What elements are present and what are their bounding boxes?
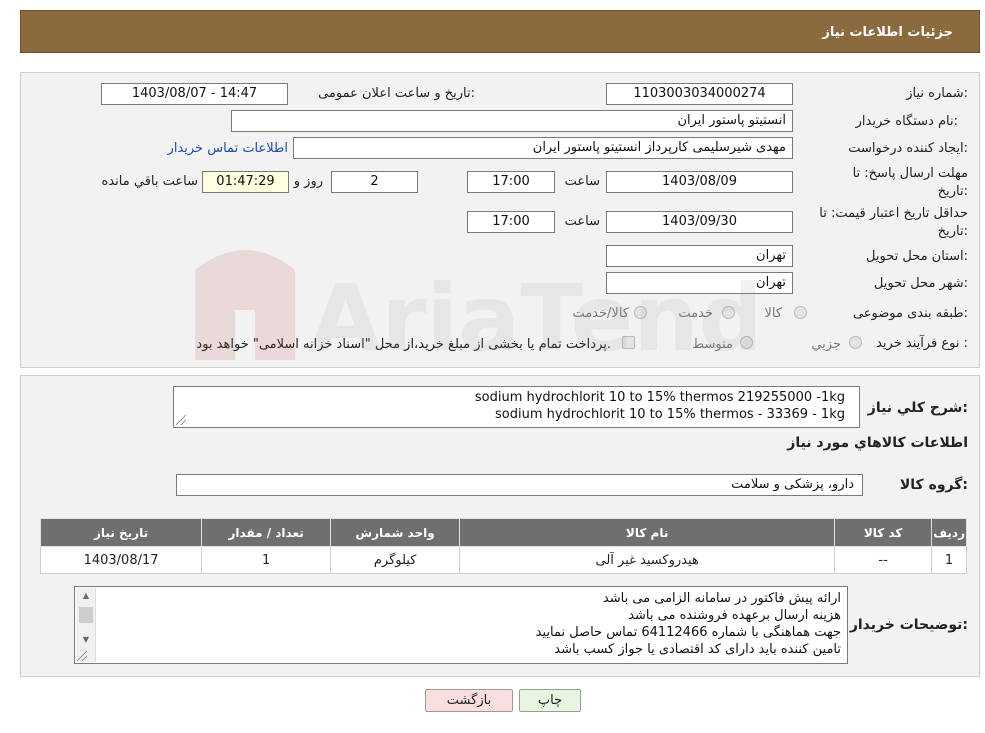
delivery-province-field: تهران [606,245,793,267]
delivery-province-label: استان محل تحویل: [866,249,968,264]
goods-group-label: گروه کالا: [899,477,968,493]
need-number-field: 1103003034000274 [606,83,793,105]
days-label: روز و [293,174,323,189]
item-unit: کیلوگرم [330,546,461,574]
deadline-time-label: ساعت [564,174,600,189]
creator-label: ایجاد کننده درخواست: [848,141,968,156]
page-header: جزئیات اطلاعات نیاز [20,10,980,53]
items-table-header: رديف کد کالا نام کالا واحد شمارش تعداد /… [39,518,967,547]
process-radio-medium[interactable] [740,336,753,349]
category-radio-goods-service[interactable] [634,306,647,319]
buyer-note-line: تامین کننده باید دارای کد اقتصادی یا جوا… [554,642,841,657]
buyer-note-line: جهت هماهنگی با شماره 64112466 تماس حاصل … [535,625,841,640]
process-option-minor: جزیي [811,337,841,352]
print-button[interactable]: چاپ [519,689,581,712]
resize-grip-icon[interactable] [77,651,87,661]
item-qty: 1 [201,546,332,574]
scroll-up-icon[interactable]: ▲ [76,588,96,604]
category-option-service: خدمت [678,306,713,321]
announce-datetime-field: 1403/08/07 - 14:47 [101,83,288,105]
description-line: sodium hydrochlorit 10 to 15% thermos 21… [474,390,845,405]
buyer-contact-link[interactable]: اطلاعات تماس خریدار [168,141,288,156]
back-button[interactable]: بازگشت [425,689,513,712]
items-table: رديف کد کالا نام کالا واحد شمارش تعداد /… [39,518,967,574]
table-row: 1 -- هیدروکسید غیر آلی کیلوگرم 1 1403/08… [39,546,967,574]
delivery-city-label: شهر محل تحویل: [873,276,968,291]
col-code: کد کالا [834,518,933,547]
col-row: رديف [931,518,967,547]
scroll-down-icon[interactable]: ▼ [76,632,96,648]
item-need-date: 1403/08/17 [39,546,203,574]
price-validity-time-label: ساعت [564,214,600,229]
row-number: 1 [931,546,967,574]
treasury-payment-note: پرداخت تمام یا بخشی از مبلغ خرید،از محل … [196,337,611,352]
buyer-notes-textarea[interactable]: ارائه پیش فاکتور در سامانه الزامی می باش… [74,586,848,664]
price-validity-date-field: 1403/09/30 [606,211,793,233]
buyer-org-label: نام دستگاه خریدار: [855,114,958,129]
item-code: -- [834,546,933,574]
price-validity-label-date: تاریخ: [937,224,968,239]
general-description-textarea[interactable]: sodium hydrochlorit 10 to 15% thermos 21… [173,386,860,428]
item-name: هیدروکسید غیر آلی [459,546,836,574]
buyer-note-line: ارائه پیش فاکتور در سامانه الزامی می باش… [602,591,841,606]
remaining-time-label: ساعت باقي مانده [101,174,198,189]
deadline-time-field: 17:00 [467,171,555,193]
col-name: نام کالا [459,518,836,547]
price-validity-label: حداقل تاریخ اعتبار قیمت: تا [819,206,968,221]
announce-datetime-label: تاریخ و ساعت اعلان عمومی: [318,86,475,101]
category-option-goods: کالا [764,306,782,321]
buyer-notes-label: توضیحات خریدار: [849,617,968,633]
deadline-date-field: 1403/08/09 [606,171,793,193]
col-need-date: تاريخ نياز [39,518,203,547]
purchase-process-label: نوع فرآیند خرید : [876,336,968,351]
creator-field: مهدی شیرسلیمی کارپرداز انستیتو پاستور ای… [293,137,793,159]
treasury-payment-checkbox[interactable] [622,336,635,349]
col-unit: واحد شمارش [330,518,461,547]
subject-category-label: طبقه بندی موضوعی: [852,306,968,321]
general-description-label: شرح کلي نياز: [867,400,968,416]
deadline-label-date: تاریخ: [937,184,968,199]
required-items-title: اطلاعات کالاهاي مورد نياز [787,435,968,451]
buyer-note-line: هزینه ارسال برعهده فروشنده می باشد [628,608,841,623]
price-validity-time-field: 17:00 [467,211,555,233]
resize-grip-icon[interactable] [176,415,186,425]
deadline-label: مهلت ارسال پاسخ: تا [852,166,968,181]
category-radio-goods[interactable] [794,306,807,319]
days-remaining-field: 2 [331,171,418,193]
process-radio-minor[interactable] [849,336,862,349]
remaining-time-field: 01:47:29 [202,171,289,193]
need-number-label: شماره نیاز: [906,86,968,101]
col-qty: تعداد / مقدار [201,518,332,547]
category-option-goods-service: کالا/خدمت [572,306,629,321]
delivery-city-field: تهران [606,272,793,294]
buyer-org-field: انستیتو پاستور ایران [231,110,793,132]
description-line: sodium hydrochlorit 10 to 15% thermos - … [494,407,845,422]
category-radio-service[interactable] [722,306,735,319]
scroll-thumb[interactable] [79,607,93,623]
process-option-medium: متوسط [692,337,733,352]
goods-group-field: دارو، پزشکی و سلامت [176,474,863,496]
page-title: جزئیات اطلاعات نیاز [822,25,953,40]
